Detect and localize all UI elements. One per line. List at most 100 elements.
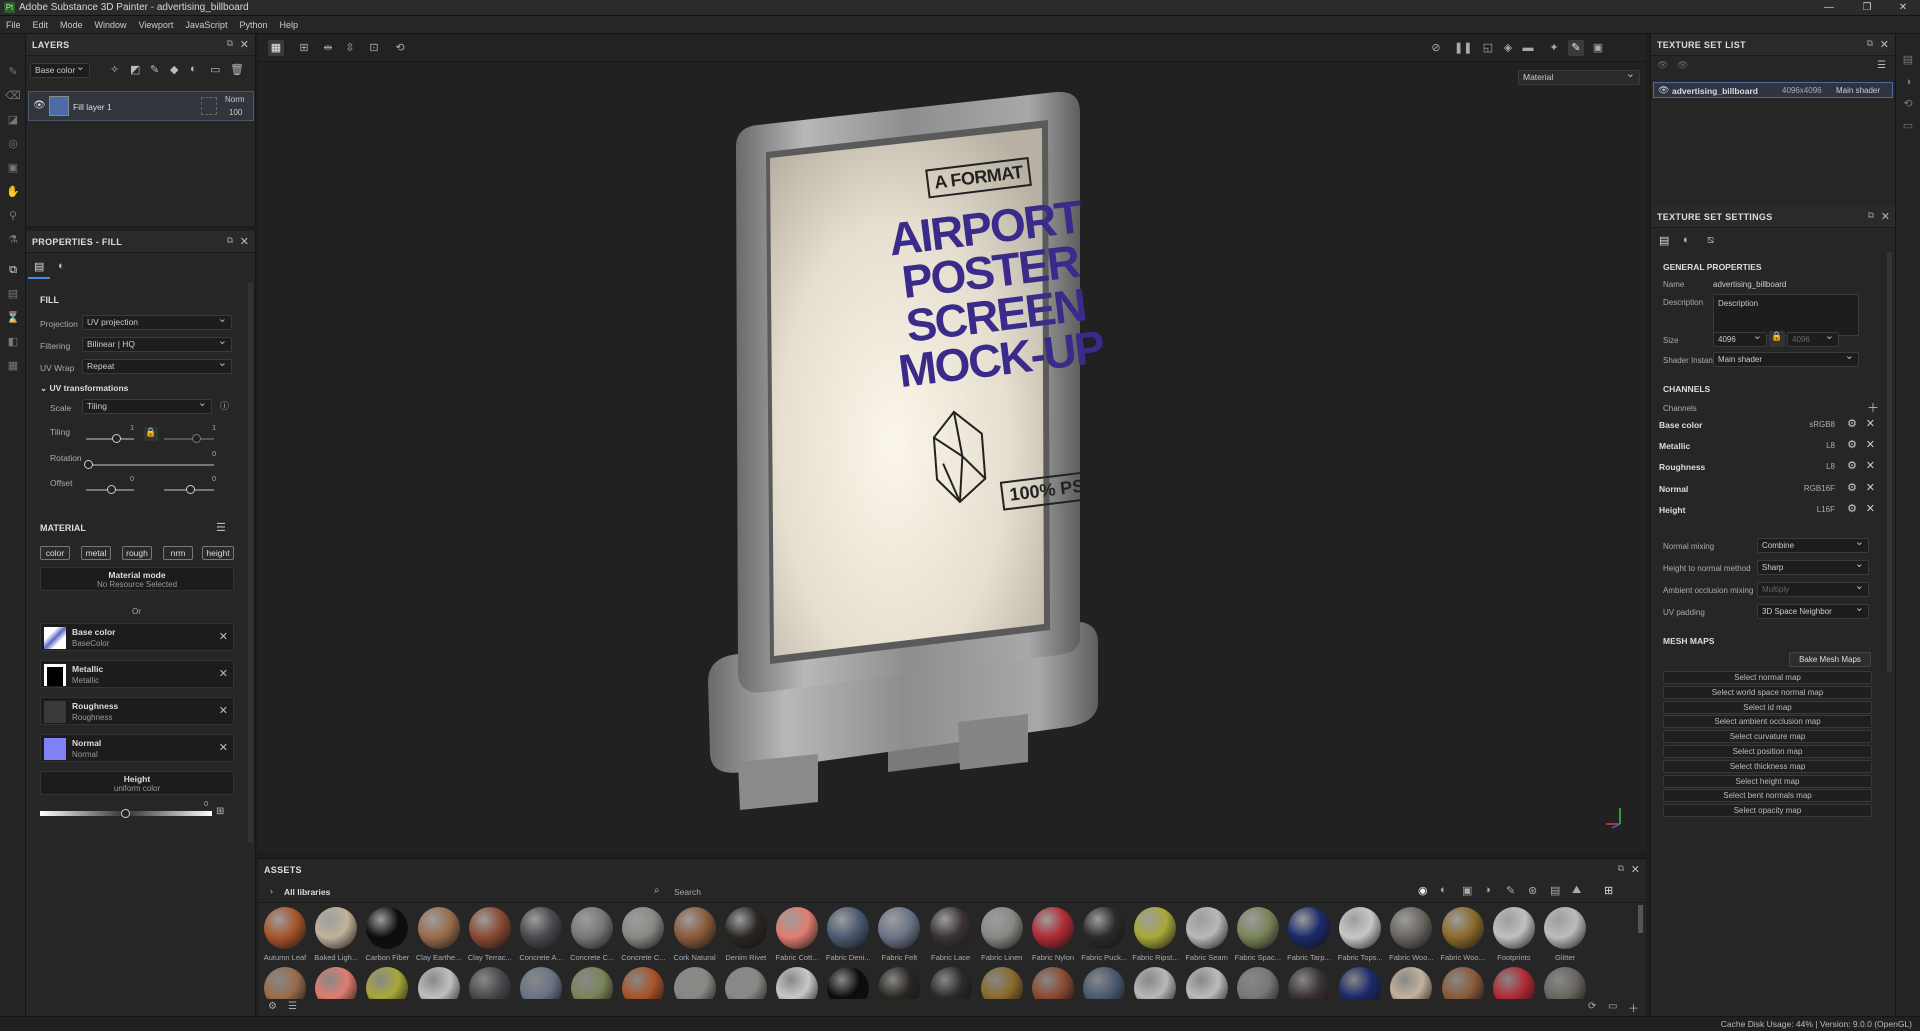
close-panel-icon[interactable]: ✕ — [1881, 210, 1890, 223]
grid-view-toggle-icon[interactable]: ⊞ — [1604, 884, 1613, 897]
history-tab-icon[interactable]: ⟲ — [1900, 96, 1916, 112]
channel-settings-icon[interactable]: ⚙ — [1847, 502, 1857, 515]
asset-thumbnail[interactable] — [468, 967, 511, 1001]
texture-set-tab-icon[interactable]: ▤ — [5, 286, 21, 302]
layers-tab-icon[interactable]: ⧉ — [5, 262, 21, 278]
projection-icon[interactable]: ◪ — [5, 112, 21, 128]
texture-set-list-tab-icon[interactable]: ▤ — [1900, 52, 1916, 68]
asset-thumbnail[interactable] — [1236, 967, 1279, 1001]
add-paint-layer-icon[interactable]: ✎ — [150, 63, 159, 76]
asset-thumbnail[interactable] — [571, 907, 614, 949]
height-slot[interactable]: Height uniform color — [40, 771, 234, 795]
menu-python[interactable]: Python — [233, 16, 273, 34]
remove-channel-icon[interactable]: ✕ — [1866, 417, 1875, 430]
chip-rough[interactable]: rough — [122, 546, 152, 560]
fit-icon[interactable]: ⊡ — [366, 40, 382, 56]
layer-mask-slot[interactable] — [201, 97, 217, 115]
close-window-button[interactable]: ✕ — [1888, 0, 1918, 16]
menu-mode[interactable]: Mode — [54, 16, 89, 34]
normal-slot[interactable]: Normal Normal ✕ — [40, 734, 234, 762]
menu-window[interactable]: Window — [89, 16, 133, 34]
float-panel-icon[interactable]: ⧉ — [1867, 38, 1873, 49]
asset-thumbnail[interactable] — [1441, 907, 1484, 949]
size-dropdown[interactable]: 4096 — [1713, 330, 1767, 347]
tiling-u-track[interactable] — [86, 438, 134, 440]
eraser-icon[interactable]: ⌫ — [5, 88, 21, 104]
camera-icon[interactable]: ▬ — [1520, 40, 1536, 56]
log-tab-icon[interactable]: ▭ — [1900, 118, 1916, 134]
channel-settings-icon[interactable]: ⚙ — [1847, 438, 1857, 451]
asset-thumbnail[interactable] — [1083, 907, 1126, 949]
fill-properties-tab-icon[interactable]: ▤ — [34, 260, 44, 273]
split-icon[interactable]: ⇳ — [342, 40, 358, 56]
asset-thumbnail[interactable] — [1544, 967, 1586, 1001]
filtering-dropdown[interactable]: Bilinear | HQ — [82, 335, 232, 352]
asset-thumbnail[interactable] — [827, 967, 870, 1001]
viewport-material-dropdown[interactable]: Material — [1518, 68, 1640, 85]
library-breadcrumb[interactable]: All libraries — [284, 887, 330, 897]
close-panel-icon[interactable]: ✕ — [1880, 38, 1889, 51]
offset-u-value[interactable]: 0 — [130, 474, 134, 483]
height-options-icon[interactable]: ⊞ — [216, 806, 224, 817]
channel-row-roughness[interactable]: Roughness L8 ⚙ ✕ — [1659, 458, 1879, 476]
channel-row-metallic[interactable]: Metallic L8 ⚙ ✕ — [1659, 437, 1879, 455]
layer-row[interactable]: 👁 Fill layer 1 Norm 100 — [28, 91, 254, 121]
picker-icon[interactable]: ⚗ — [5, 232, 21, 248]
layer-channel-dropdown[interactable]: Base color — [30, 61, 90, 78]
clear-slot-icon[interactable]: ✕ — [219, 667, 228, 680]
channel-row-height[interactable]: Height L16F ⚙ ✕ — [1659, 501, 1879, 519]
visibility-eye-icon[interactable]: 👁 — [1658, 85, 1669, 96]
asset-thumbnail[interactable] — [673, 967, 716, 1001]
asset-thumbnail[interactable] — [980, 967, 1023, 1001]
menu-help[interactable]: Help — [273, 16, 304, 34]
height-value[interactable]: 0 — [204, 799, 208, 808]
mesh-map-slot[interactable]: Select opacity map — [1663, 804, 1872, 818]
assets-list-icon[interactable]: ☰ — [288, 1001, 297, 1012]
mesh-map-slot[interactable]: Select height map — [1663, 774, 1872, 788]
tiling-u-value[interactable]: 1 — [130, 423, 134, 432]
base-color-slot[interactable]: Base color BaseColor ✕ — [40, 623, 234, 651]
chip-height[interactable]: height — [202, 546, 234, 560]
asset-thumbnail[interactable] — [417, 907, 460, 949]
material-tab-icon[interactable]: ◐ — [1683, 234, 1690, 246]
history-tab-icon[interactable]: ⌛ — [5, 310, 21, 326]
tiling-u-knob[interactable] — [112, 434, 121, 443]
visibility-all-icon[interactable]: 👁 — [1657, 60, 1668, 71]
info-icon[interactable]: ⓘ — [220, 399, 229, 412]
asset-thumbnail[interactable] — [1339, 907, 1382, 949]
filter-brushes-icon[interactable]: ✎ — [1506, 884, 1515, 897]
mesh-map-slot[interactable]: Select ambient occlusion map — [1663, 715, 1872, 729]
chip-color[interactable]: color — [40, 546, 70, 560]
paint-mode-icon[interactable]: ✎ — [1568, 40, 1584, 56]
clear-slot-icon[interactable]: ✕ — [219, 741, 228, 754]
library-chevron-icon[interactable]: › — [270, 886, 273, 896]
add-smart-material-icon[interactable]: ◐ — [190, 63, 197, 75]
channel-settings-icon[interactable]: ⚙ — [1847, 417, 1857, 430]
asset-thumbnail[interactable] — [724, 907, 767, 949]
remove-channel-icon[interactable]: ✕ — [1866, 481, 1875, 494]
reset-camera-icon[interactable]: ⟲ — [392, 40, 408, 56]
size-lock-icon[interactable]: 🔒 — [1769, 331, 1785, 347]
maximize-button[interactable]: ❐ — [1852, 0, 1882, 16]
clone-icon[interactable]: ⚲ — [5, 208, 21, 224]
asset-thumbnail[interactable] — [622, 967, 665, 1001]
material-mode-slot[interactable]: Material mode No Resource Selected — [40, 567, 234, 591]
asset-thumbnail[interactable] — [520, 967, 562, 1001]
asset-thumbnail[interactable] — [1390, 907, 1433, 949]
asset-thumbnail[interactable] — [417, 967, 460, 1001]
description-field[interactable]: Description — [1713, 294, 1859, 336]
mesh-map-slot[interactable]: Select id map — [1663, 700, 1872, 714]
remove-channel-icon[interactable]: ✕ — [1866, 502, 1875, 515]
display-settings-tab-icon[interactable]: ◑ — [1900, 74, 1916, 90]
close-panel-icon[interactable]: ✕ — [240, 38, 249, 51]
asset-thumbnail[interactable] — [929, 907, 972, 949]
metallic-slot[interactable]: Metallic Metallic ✕ — [40, 660, 234, 688]
channel-settings-icon[interactable]: ⚙ — [1847, 481, 1857, 494]
mesh-map-slot[interactable]: Select normal map — [1663, 671, 1872, 684]
float-panel-icon[interactable]: ⧉ — [227, 38, 233, 49]
asset-thumbnail[interactable] — [1185, 967, 1228, 1001]
asset-thumbnail[interactable] — [1185, 907, 1228, 949]
properties-scrollbar[interactable] — [248, 283, 253, 843]
asset-thumbnail[interactable] — [1441, 967, 1484, 1001]
offset-u-knob[interactable] — [107, 485, 116, 494]
